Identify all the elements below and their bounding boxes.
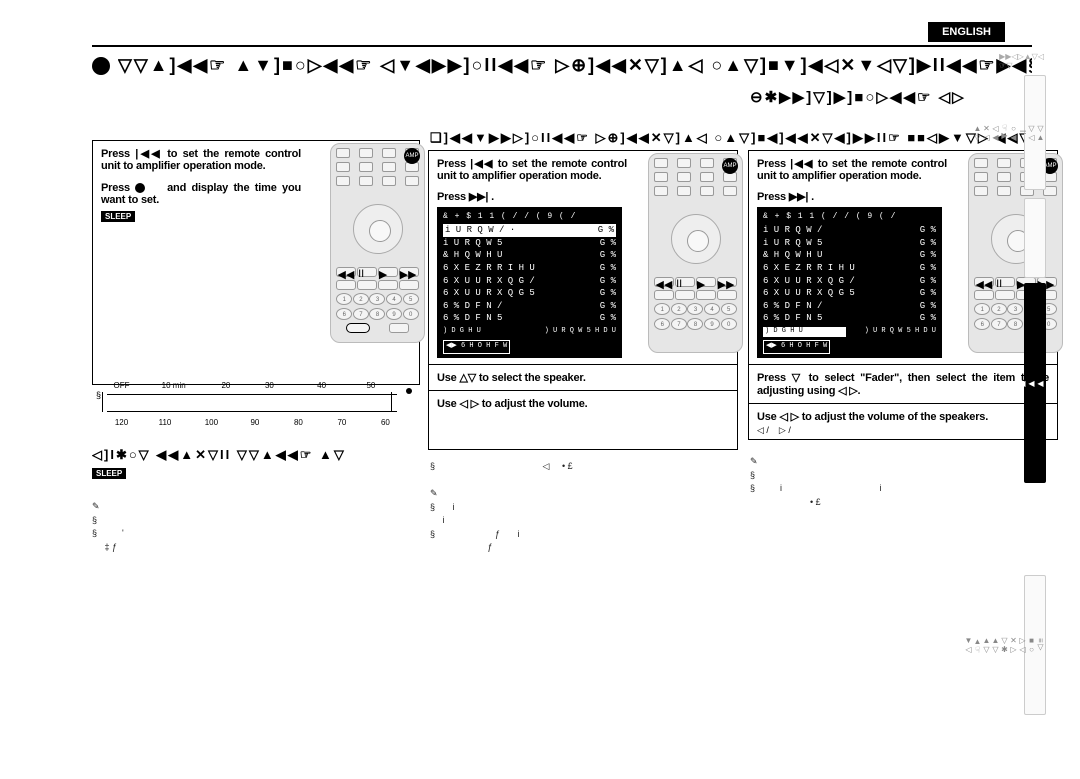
round-button-icon — [135, 183, 145, 193]
col2-box: Press to set the remote control unit to … — [428, 150, 738, 450]
cancel-sleep-heading: ◁]I✱○▽ ◀◀▲✕▽II ▽▽▲◀◀☞ ▲▽ SLEEP — [92, 447, 422, 479]
col3-notes: ✎§§ i i • £ — [750, 455, 1050, 509]
top-rule — [92, 45, 1032, 47]
bullet-icon — [92, 57, 110, 75]
col1-step2: Press and display the time you want to s… — [101, 182, 301, 206]
headline-right: ⊖✱▶▶]▽]▶]■○▷◀◀☞ ◁▷ — [750, 88, 966, 106]
skip-back-icon — [135, 148, 162, 160]
col3-box: Press to set the remote control unit to … — [748, 150, 1058, 440]
leftright-icon — [779, 411, 798, 423]
side-tab-active: ◀◀◀▶◀▶✱▽◀◁▶▷◀▶▲▽ — [1024, 283, 1046, 483]
page-code: ▶▶◁▷▲▽◁☞▽ — [999, 52, 1044, 70]
side-tabs: ▶▶◁▷▲▽◁☞▽ ▽▲▽◁II○◀☞▶◁◀✕◁▲▽ ◀◀◀▶◀▶✱▽◀◁▶▷◀… — [1018, 20, 1050, 740]
skip-back-icon — [790, 158, 813, 170]
section-headline: ▽▽▲]◀◀☞ ▲▼]■○▷◀◀☞ ◁▼◀▶▶]○II◀◀☞ ▷⊕]◀◀✕▽]▲… — [92, 55, 1032, 76]
skip-forward-icon — [469, 191, 488, 203]
language-tab: ENGLISH — [928, 22, 1005, 42]
display-panel: & + $ 1 1 ( / / ( 9 ( / i U R Q W / · G … — [437, 207, 622, 358]
col1-notes: ✎§§ ' ‡ ƒ — [92, 500, 392, 554]
dpad-icon — [353, 204, 403, 254]
subsection-heading: ❏]◀◀▼▶▶▷]○II◀◀☞ ▷⊕]◀◀✕▽]▲◁ ○▲▽]■◀]◀◀✕▽◀]… — [430, 130, 1030, 146]
leftright-icon — [459, 398, 478, 410]
col2-step4: Use to adjust the volume. — [437, 397, 729, 410]
col2-notes: § ◁ • £ ✎§ i i§ ƒ i ƒ — [430, 460, 730, 555]
side-tab-3: ≡▽■○▷◁✕▷▽✱▲▽▲▽▲☞▼◁ — [1024, 575, 1046, 715]
side-tab-2 — [1024, 198, 1046, 278]
col2-step3: Use to select the speaker. — [437, 371, 729, 384]
side-tab-1: ▽▲▽◁II○◀☞▶◁◀✕◁▲▽ — [1024, 75, 1046, 190]
amp-button-icon: AMP — [404, 148, 420, 164]
col1-box: Press to set the remote control unit to … — [92, 140, 420, 385]
skip-back-icon — [470, 158, 493, 170]
leftright-icon — [838, 385, 857, 397]
remote-illustration: AMP ◀◀II▶▶▶ 12345 67890 — [648, 153, 743, 353]
down-icon — [792, 372, 803, 384]
headline-text: ▽▽▲]◀◀☞ ▲▼]■○▷◀◀☞ ◁▼◀▶▶]○II◀◀☞ ▷⊕]◀◀✕▽]▲… — [118, 55, 1032, 76]
col3-step1: Press to set the remote control unit to … — [757, 157, 947, 182]
col3-step4: Use to adjust the volume of the speakers… — [757, 410, 1049, 423]
sleep-timer-diagram: § OFF 10 min 20 30 40 50 120 110 100 90 … — [102, 394, 402, 412]
amp-button-icon: AMP — [722, 158, 738, 174]
remote-illustration: AMP ◀◀II▶▶▶ 12345 67890 — [330, 143, 425, 343]
skip-forward-icon — [789, 191, 808, 203]
col2-step1: Press to set the remote control unit to … — [437, 157, 627, 182]
display-panel: & + $ 1 1 ( / / ( 9 ( / i U R Q W / G % … — [757, 207, 942, 358]
updown-icon — [459, 372, 476, 384]
col1-step1: Press to set the remote control unit to … — [101, 147, 301, 172]
